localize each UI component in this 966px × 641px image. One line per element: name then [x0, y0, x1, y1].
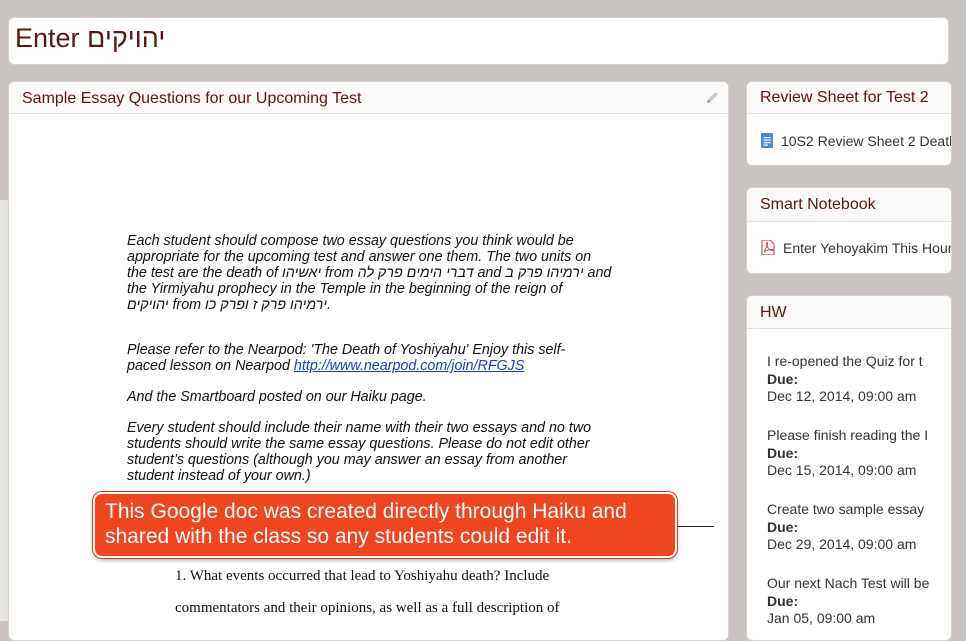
- hw-item[interactable]: Please finish reading the I Due: Dec 15,…: [767, 427, 928, 478]
- callout-line: shared with the class so any students co…: [105, 525, 572, 548]
- pencil-icon[interactable]: [705, 90, 720, 110]
- doc-line: paced lesson on Nearpod http://www.nearp…: [127, 358, 565, 374]
- nearpod-link[interactable]: http://www.nearpod.com/join/RFGJS: [294, 358, 524, 374]
- due-label: Due:: [767, 519, 799, 535]
- callout-text: This Google doc was created directly thr…: [105, 499, 627, 549]
- hw-panel: HW I re-opened the Quiz for t Due: Dec 1…: [746, 295, 952, 641]
- hw-item[interactable]: I re-opened the Quiz for t Due: Dec 12, …: [767, 353, 923, 404]
- pdf-icon: [761, 239, 775, 258]
- doc-line: Every student should include their name …: [127, 420, 592, 436]
- page-header: Enter יהויקים: [8, 17, 949, 65]
- doc-text-span: paced lesson on Nearpod: [127, 358, 294, 374]
- doc-line: And the Smartboard posted on our Haiku p…: [127, 389, 427, 405]
- doc-paragraph-rules: Every student should include their name …: [127, 420, 591, 484]
- review-sheet-item[interactable]: 10S2 Review Sheet 2 Death: [761, 133, 952, 151]
- hw-item-due: Jan 05, 09:00 am: [767, 610, 876, 626]
- page-title: Enter יהויקים: [15, 23, 166, 53]
- review-sheet-panel: Review Sheet for Test 2 10S2 Review Shee…: [746, 81, 952, 166]
- doc-paragraph-nearpod: Please refer to the Nearpod: 'The Death …: [127, 342, 565, 374]
- smart-notebook-item[interactable]: Enter Yehoyakim This Hour: [761, 239, 952, 258]
- smart-notebook-panel: Smart Notebook Enter Yehoyakim This Hour: [746, 187, 952, 274]
- doc-line: Each student should compose two essay qu…: [127, 233, 574, 249]
- smart-notebook-title[interactable]: Smart Notebook: [760, 196, 876, 214]
- hw-item-due: Dec 15, 2014, 09:00 am: [767, 462, 917, 478]
- doc-line: students should write the same essay que…: [127, 436, 590, 452]
- smart-notebook-header: Smart Notebook: [747, 188, 951, 222]
- hw-item-due: Dec 29, 2014, 09:00 am: [767, 536, 917, 552]
- callout-line: This Google doc was created directly thr…: [105, 500, 627, 523]
- hw-header: HW: [747, 296, 951, 329]
- smart-notebook-item-label: Enter Yehoyakim This Hour: [783, 240, 952, 256]
- doc-line: the Yirmiyahu prophecy in the Temple in …: [127, 281, 563, 297]
- doc-line: the test are the death of יאשיהו from דב…: [127, 265, 612, 281]
- doc-paragraph-instructions: Each student should compose two essay qu…: [127, 233, 611, 313]
- hw-item-text: Please finish reading the I: [767, 427, 929, 443]
- review-sheet-item-label: 10S2 Review Sheet 2 Death: [781, 133, 952, 149]
- hw-item-text: Our next Nach Test will be: [767, 575, 930, 591]
- hw-item-text: I re-opened the Quiz for t: [767, 353, 923, 369]
- doc-paragraph-smartboard: And the Smartboard posted on our Haiku p…: [127, 389, 427, 405]
- hw-item[interactable]: Our next Nach Test will be Due: Jan 05, …: [767, 575, 929, 626]
- main-panel-header: Sample Essay Questions for our Upcoming …: [9, 82, 728, 114]
- due-label: Due:: [767, 593, 799, 609]
- hw-title[interactable]: HW: [760, 304, 787, 322]
- due-label: Due:: [767, 371, 799, 387]
- doc-line: student instead of your own.): [127, 468, 311, 484]
- question-line: 1. What events occurred that lead to Yos…: [175, 568, 550, 584]
- google-doc-icon: [761, 133, 773, 151]
- review-sheet-title[interactable]: Review Sheet for Test 2: [760, 89, 929, 107]
- review-sheet-header: Review Sheet for Test 2: [747, 82, 951, 114]
- question-line: commentators and their opinions, as well…: [175, 600, 560, 616]
- callout-connector: [676, 526, 714, 527]
- doc-line: Please refer to the Nearpod: 'The Death …: [127, 342, 566, 358]
- hw-item-due: Dec 12, 2014, 09:00 am: [767, 388, 917, 404]
- hw-item-text: Create two sample essay: [767, 501, 925, 517]
- doc-line: יהויקים from ירמיהו פרק ז ופרק כו.: [127, 297, 331, 313]
- doc-line: appropriate for the upcoming test and an…: [127, 249, 592, 265]
- callout-annotation: This Google doc was created directly thr…: [93, 492, 677, 558]
- hw-item[interactable]: Create two sample essay Due: Dec 29, 201…: [767, 501, 924, 552]
- due-label: Due:: [767, 445, 799, 461]
- main-panel-title: Sample Essay Questions for our Upcoming …: [22, 90, 362, 107]
- doc-line: student’s questions (although you may an…: [127, 452, 568, 468]
